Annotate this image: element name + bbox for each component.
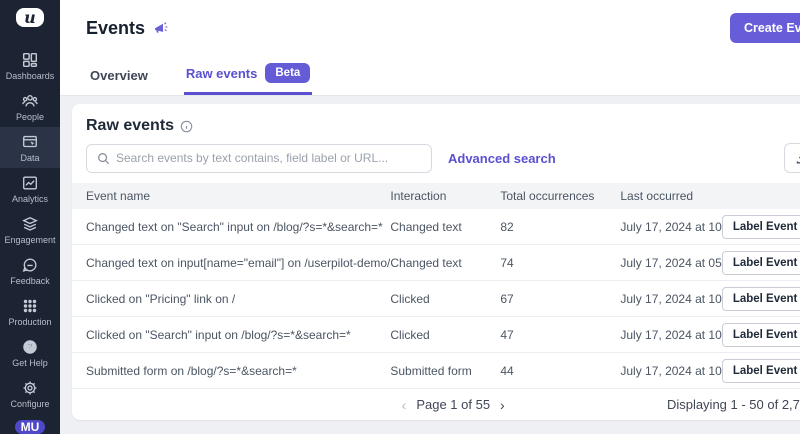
col-header-occurrences: Total occurrences [500, 189, 620, 203]
page-title: Events [86, 18, 145, 39]
analytics-icon [21, 174, 39, 192]
table-row[interactable]: Changed text on input[name="email"] on /… [72, 245, 800, 281]
configure-icon [21, 379, 39, 397]
info-icon[interactable] [180, 120, 193, 133]
svg-text:?: ? [27, 342, 33, 352]
col-header-interaction: Interaction [390, 189, 500, 203]
event-interaction: Clicked [390, 292, 500, 306]
sidebar-item-label: People [16, 112, 44, 122]
sidebar-item-label: Get Help [12, 358, 48, 368]
event-interaction: Clicked [390, 328, 500, 342]
event-name: Clicked on "Pricing" link on / [72, 292, 390, 306]
sidebar-item-analytics[interactable]: Analytics [0, 168, 60, 209]
sidebar-item-label: Production [8, 317, 51, 327]
next-page-icon[interactable]: › [500, 398, 505, 412]
avatar-initials: MU [21, 420, 40, 434]
label-event-button[interactable]: Label Event [722, 215, 800, 239]
create-event-button[interactable]: Create Event [730, 13, 800, 43]
search-box [86, 144, 432, 173]
sidebar-item-feedback[interactable]: Feedback [0, 250, 60, 291]
user-avatar[interactable]: MU [15, 420, 45, 434]
event-last-occurred: July 17, 2024 at 05... [620, 256, 730, 270]
data-icon [21, 133, 39, 151]
raw-events-panel: Raw events Advanced search [72, 104, 800, 420]
beta-badge: Beta [265, 63, 310, 83]
sidebar-item-label: Dashboards [6, 71, 55, 81]
tab-raw-events-label: Raw events [186, 66, 258, 81]
label-event-button[interactable]: Label Event [722, 323, 800, 347]
sidebar-item-people[interactable]: People [0, 86, 60, 127]
search-icon [97, 152, 110, 165]
sidebar-item-label: Engagement [4, 235, 55, 245]
label-event-button[interactable]: Label Event [722, 251, 800, 275]
tab-bar: Overview Raw events Beta [60, 49, 800, 95]
event-name: Changed text on "Search" input on /blog/… [72, 220, 390, 234]
production-icon [21, 297, 39, 315]
feedback-icon [21, 256, 39, 274]
advanced-search-link[interactable]: Advanced search [448, 151, 556, 166]
userpilot-logo[interactable]: u [16, 8, 44, 27]
event-name: Submitted form on /blog/?s=*&search=* [72, 364, 390, 378]
sidebar-item-label: Analytics [12, 194, 48, 204]
event-occurrences: 44 [500, 364, 620, 378]
tab-overview[interactable]: Overview [88, 60, 150, 95]
search-input[interactable] [116, 151, 421, 165]
event-last-occurred: July 17, 2024 at 10... [620, 220, 730, 234]
engagement-icon [21, 215, 39, 233]
event-last-occurred: July 17, 2024 at 10... [620, 364, 730, 378]
event-occurrences: 67 [500, 292, 620, 306]
sidebar-item-production[interactable]: Production [0, 291, 60, 332]
event-interaction: Submitted form [390, 364, 500, 378]
event-name: Changed text on input[name="email"] on /… [72, 256, 390, 270]
pagination-label: Page 1 of 55 [416, 397, 490, 412]
help-icon: ? [21, 338, 39, 356]
col-header-event-name: Event name [72, 189, 390, 203]
table-header-row: Event name Interaction Total occurrences… [72, 183, 800, 209]
table-row[interactable]: Clicked on "Pricing" link on / Clicked 6… [72, 281, 800, 317]
sidebar: u Dashboards People Data Analytics [0, 0, 60, 434]
main-area: Events Create Event Overview Raw events … [60, 0, 800, 434]
event-occurrences: 82 [500, 220, 620, 234]
panel-title: Raw events [86, 117, 174, 135]
event-interaction: Changed text [390, 220, 500, 234]
event-last-occurred: July 17, 2024 at 10... [620, 292, 730, 306]
label-event-button[interactable]: Label Event [722, 359, 800, 383]
dashboards-icon [21, 51, 39, 69]
sidebar-item-dashboards[interactable]: Dashboards [0, 45, 60, 86]
content-area: Raw events Advanced search [60, 96, 800, 434]
people-icon [21, 92, 39, 110]
col-header-last-occurred: Last occurred [620, 189, 730, 203]
download-button[interactable] [784, 143, 800, 173]
sidebar-item-label: Configure [10, 399, 49, 409]
table-row[interactable]: Clicked on "Search" input on /blog/?s=*&… [72, 317, 800, 353]
event-name: Clicked on "Search" input on /blog/?s=*&… [72, 328, 390, 342]
page-header: Events Create Event Overview Raw events … [60, 0, 800, 96]
download-icon [795, 151, 800, 165]
pagination: ‹ Page 1 of 55 › [402, 397, 505, 412]
sidebar-item-configure[interactable]: Configure [0, 373, 60, 414]
tab-raw-events[interactable]: Raw events Beta [184, 55, 312, 95]
sidebar-item-engagement[interactable]: Engagement [0, 209, 60, 250]
table-row[interactable]: Changed text on "Search" input on /blog/… [72, 209, 800, 245]
label-event-button[interactable]: Label Event [722, 287, 800, 311]
prev-page-icon[interactable]: ‹ [402, 398, 407, 412]
sidebar-item-data[interactable]: Data [0, 127, 60, 168]
table-footer: ‹ Page 1 of 55 › Displaying 1 - 50 of 2,… [72, 389, 800, 420]
events-table: Event name Interaction Total occurrences… [72, 183, 800, 389]
megaphone-icon[interactable] [153, 20, 169, 36]
sidebar-item-get-help[interactable]: ? Get Help [0, 332, 60, 373]
sidebar-item-label: Feedback [10, 276, 50, 286]
event-occurrences: 74 [500, 256, 620, 270]
sidebar-item-label: Data [20, 153, 39, 163]
logo-letter: u [24, 8, 36, 27]
event-last-occurred: July 17, 2024 at 10... [620, 328, 730, 342]
table-row[interactable]: Submitted form on /blog/?s=*&search=* Su… [72, 353, 800, 389]
displaying-count: Displaying 1 - 50 of 2,739 [667, 397, 800, 412]
event-interaction: Changed text [390, 256, 500, 270]
event-occurrences: 47 [500, 328, 620, 342]
